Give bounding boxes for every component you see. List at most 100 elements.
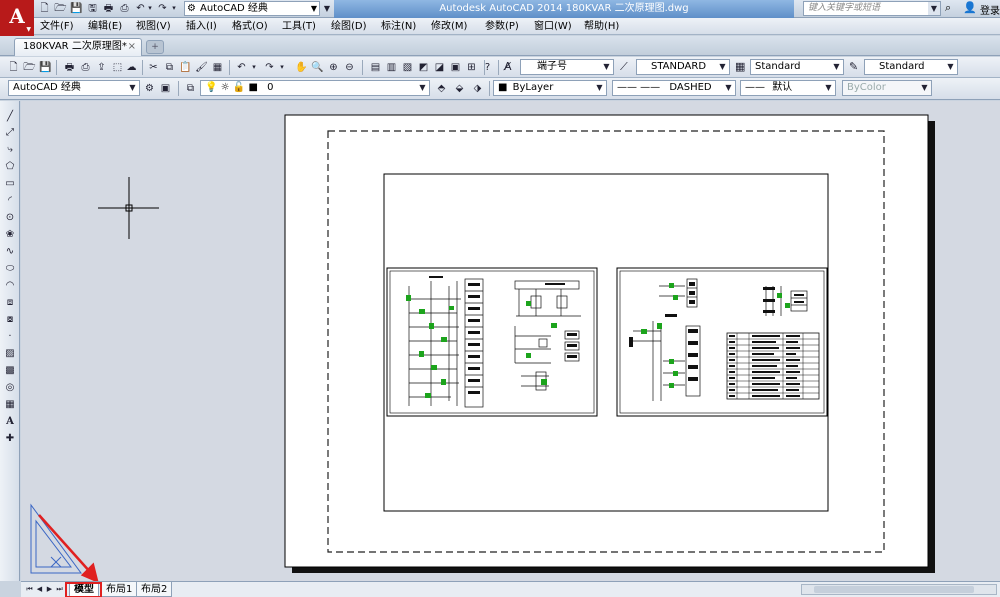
paste-icon[interactable]: 📋 xyxy=(178,60,193,75)
workspace-select[interactable]: ⚙ AutoCAD 经典 ▼ xyxy=(184,1,320,16)
markup-set-manager-icon[interactable]: ◪ xyxy=(432,60,447,75)
last-tab-icon[interactable]: ⏭ xyxy=(55,584,64,595)
polygon-icon[interactable]: ⬠ xyxy=(2,159,18,174)
menu-tools[interactable]: 工具(T) xyxy=(282,19,316,34)
workspace-settings-icon[interactable]: ⚙ xyxy=(142,81,157,96)
binoculars-icon[interactable]: ⌕ xyxy=(945,1,951,15)
copy-icon[interactable]: ⧉ xyxy=(162,60,177,75)
3d-print-icon[interactable]: ⬚ xyxy=(110,60,125,75)
lineweight-select[interactable]: —— 默认 ▼ xyxy=(740,80,836,96)
menu-parametric[interactable]: 参数(P) xyxy=(485,19,519,34)
drawing-canvas[interactable] xyxy=(21,101,1000,581)
dim-style-select[interactable]: STANDARD ▼ xyxy=(636,59,730,75)
save-as-icon[interactable]: 🖫 xyxy=(85,1,100,16)
add-selected-icon[interactable]: ✚ xyxy=(2,431,18,446)
table-icon[interactable]: ▦ xyxy=(2,397,18,412)
make-block-icon[interactable]: ⧇ xyxy=(2,312,18,327)
open-file-icon[interactable]: 🗁 xyxy=(22,60,37,75)
undo-dropdown-icon[interactable]: ▾ xyxy=(146,1,154,16)
tool-palettes-icon[interactable]: ▧ xyxy=(400,60,415,75)
redo-dropdown-icon[interactable]: ▾ xyxy=(278,60,286,75)
undo-dropdown-icon[interactable]: ▾ xyxy=(250,60,258,75)
autodesk-360-icon[interactable]: ☁ xyxy=(124,60,139,75)
arc-icon[interactable]: ◜ xyxy=(2,193,18,208)
polyline-icon[interactable]: ⤷ xyxy=(2,142,18,157)
zoom-window-icon[interactable]: ⊕ xyxy=(326,60,341,75)
redo-dropdown-icon[interactable]: ▾ xyxy=(170,1,178,16)
open-file-icon[interactable]: 🗁 xyxy=(53,1,68,16)
zoom-previous-icon[interactable]: ⊖ xyxy=(342,60,357,75)
revision-cloud-icon[interactable]: ❀ xyxy=(2,227,18,242)
layer-states-icon[interactable]: ⬗ xyxy=(470,81,485,96)
line-icon[interactable]: ╱ xyxy=(2,109,18,124)
zoom-realtime-icon[interactable]: 🔍 xyxy=(310,60,325,75)
make-object-layer-current-icon[interactable]: ⬘ xyxy=(434,81,449,96)
document-tab[interactable]: 180KVAR 二次原理图* × xyxy=(14,38,142,56)
multiline-text-icon[interactable]: A xyxy=(2,414,18,429)
layer-properties-icon[interactable]: ⧉ xyxy=(183,81,198,96)
menu-modify[interactable]: 修改(M) xyxy=(431,19,467,34)
help-search-input[interactable]: 键入关键字或短语 ▼ xyxy=(803,1,941,16)
menu-help[interactable]: 帮助(H) xyxy=(584,19,619,34)
point-icon[interactable]: · xyxy=(2,329,18,344)
application-menu-button[interactable]: A ▼ xyxy=(0,0,34,36)
user-icon[interactable]: 👤 xyxy=(963,1,977,14)
menu-window[interactable]: 窗口(W) xyxy=(534,19,572,34)
redo-icon[interactable]: ↷ xyxy=(155,1,170,16)
gradient-icon[interactable]: ▩ xyxy=(2,363,18,378)
match-properties-icon[interactable]: 🖌 xyxy=(194,60,209,75)
text-style-icon[interactable]: A̸ xyxy=(504,59,512,75)
pan-icon[interactable]: ✋ xyxy=(294,60,309,75)
linetype-select[interactable]: —— —— DASHED ▼ xyxy=(612,80,736,96)
multileader-style-icon[interactable]: ✎ xyxy=(849,59,858,75)
menu-insert[interactable]: 插入(I) xyxy=(186,19,217,34)
construction-line-icon[interactable]: ⤢ xyxy=(2,125,18,140)
save-icon[interactable]: 💾 xyxy=(38,60,53,75)
quickcalc-icon[interactable]: ▣ xyxy=(448,60,463,75)
hatch-icon[interactable]: ▨ xyxy=(2,346,18,361)
menu-file[interactable]: 文件(F) xyxy=(40,19,74,34)
rectangle-icon[interactable]: ▭ xyxy=(2,176,18,191)
workspace-icon[interactable]: ▣ xyxy=(158,81,173,96)
menu-view[interactable]: 视图(V) xyxy=(136,19,171,34)
circle-icon[interactable]: ⊙ xyxy=(2,210,18,225)
next-tab-icon[interactable]: ▶ xyxy=(45,584,54,595)
undo-icon[interactable]: ↶ xyxy=(234,60,249,75)
menu-format[interactable]: 格式(O) xyxy=(232,19,268,34)
menu-draw[interactable]: 绘图(D) xyxy=(331,19,367,34)
plot-preview-icon[interactable]: ⎙ xyxy=(78,60,93,75)
print-icon[interactable]: 🖶 xyxy=(101,1,116,16)
sheet-set-manager-icon[interactable]: ◩ xyxy=(416,60,431,75)
print-preview-icon[interactable]: ⎙ xyxy=(117,1,132,16)
cut-icon[interactable]: ✂ xyxy=(146,60,161,75)
dim-style-icon[interactable]: ⟋ xyxy=(620,59,628,75)
tab-layout2[interactable]: 布局2 xyxy=(136,582,173,597)
publish-icon[interactable]: ⇪ xyxy=(94,60,109,75)
close-icon[interactable]: × xyxy=(128,39,136,55)
workspace-combo[interactable]: AutoCAD 经典 ▼ xyxy=(8,80,140,96)
layer-select[interactable]: 💡 ☼ 🔓 ■ 0 ▼ xyxy=(200,80,430,96)
table-style-select[interactable]: Standard ▼ xyxy=(750,59,844,75)
ellipse-icon[interactable]: ⬭ xyxy=(2,261,18,276)
calculator-icon[interactable]: ⊞ xyxy=(464,60,479,75)
new-tab-button[interactable]: + xyxy=(146,40,164,54)
tab-model[interactable]: 模型 xyxy=(69,582,99,597)
previous-tab-icon[interactable]: ◀ xyxy=(35,584,44,595)
tab-layout1[interactable]: 布局1 xyxy=(101,582,138,597)
multileader-style-select[interactable]: Standard ▼ xyxy=(864,59,958,75)
text-style-select[interactable]: 端子号 ▼ xyxy=(520,59,614,75)
region-icon[interactable]: ◎ xyxy=(2,380,18,395)
new-file-icon[interactable]: 🗋 xyxy=(6,60,21,75)
design-center-icon[interactable]: ▥ xyxy=(384,60,399,75)
new-file-icon[interactable]: 🗋 xyxy=(37,1,52,16)
block-editor-icon[interactable]: ▦ xyxy=(210,60,225,75)
plot-icon[interactable]: 🖶 xyxy=(62,60,77,75)
layer-previous-icon[interactable]: ⬙ xyxy=(452,81,467,96)
login-link[interactable]: 登录 xyxy=(980,2,1000,17)
scrollbar-thumb[interactable] xyxy=(814,586,974,593)
properties-icon[interactable]: ▤ xyxy=(368,60,383,75)
menu-edit[interactable]: 编辑(E) xyxy=(88,19,122,34)
save-icon[interactable]: 💾 xyxy=(69,1,84,16)
horizontal-scrollbar[interactable] xyxy=(801,584,997,595)
table-style-icon[interactable]: ▦ xyxy=(735,59,745,75)
